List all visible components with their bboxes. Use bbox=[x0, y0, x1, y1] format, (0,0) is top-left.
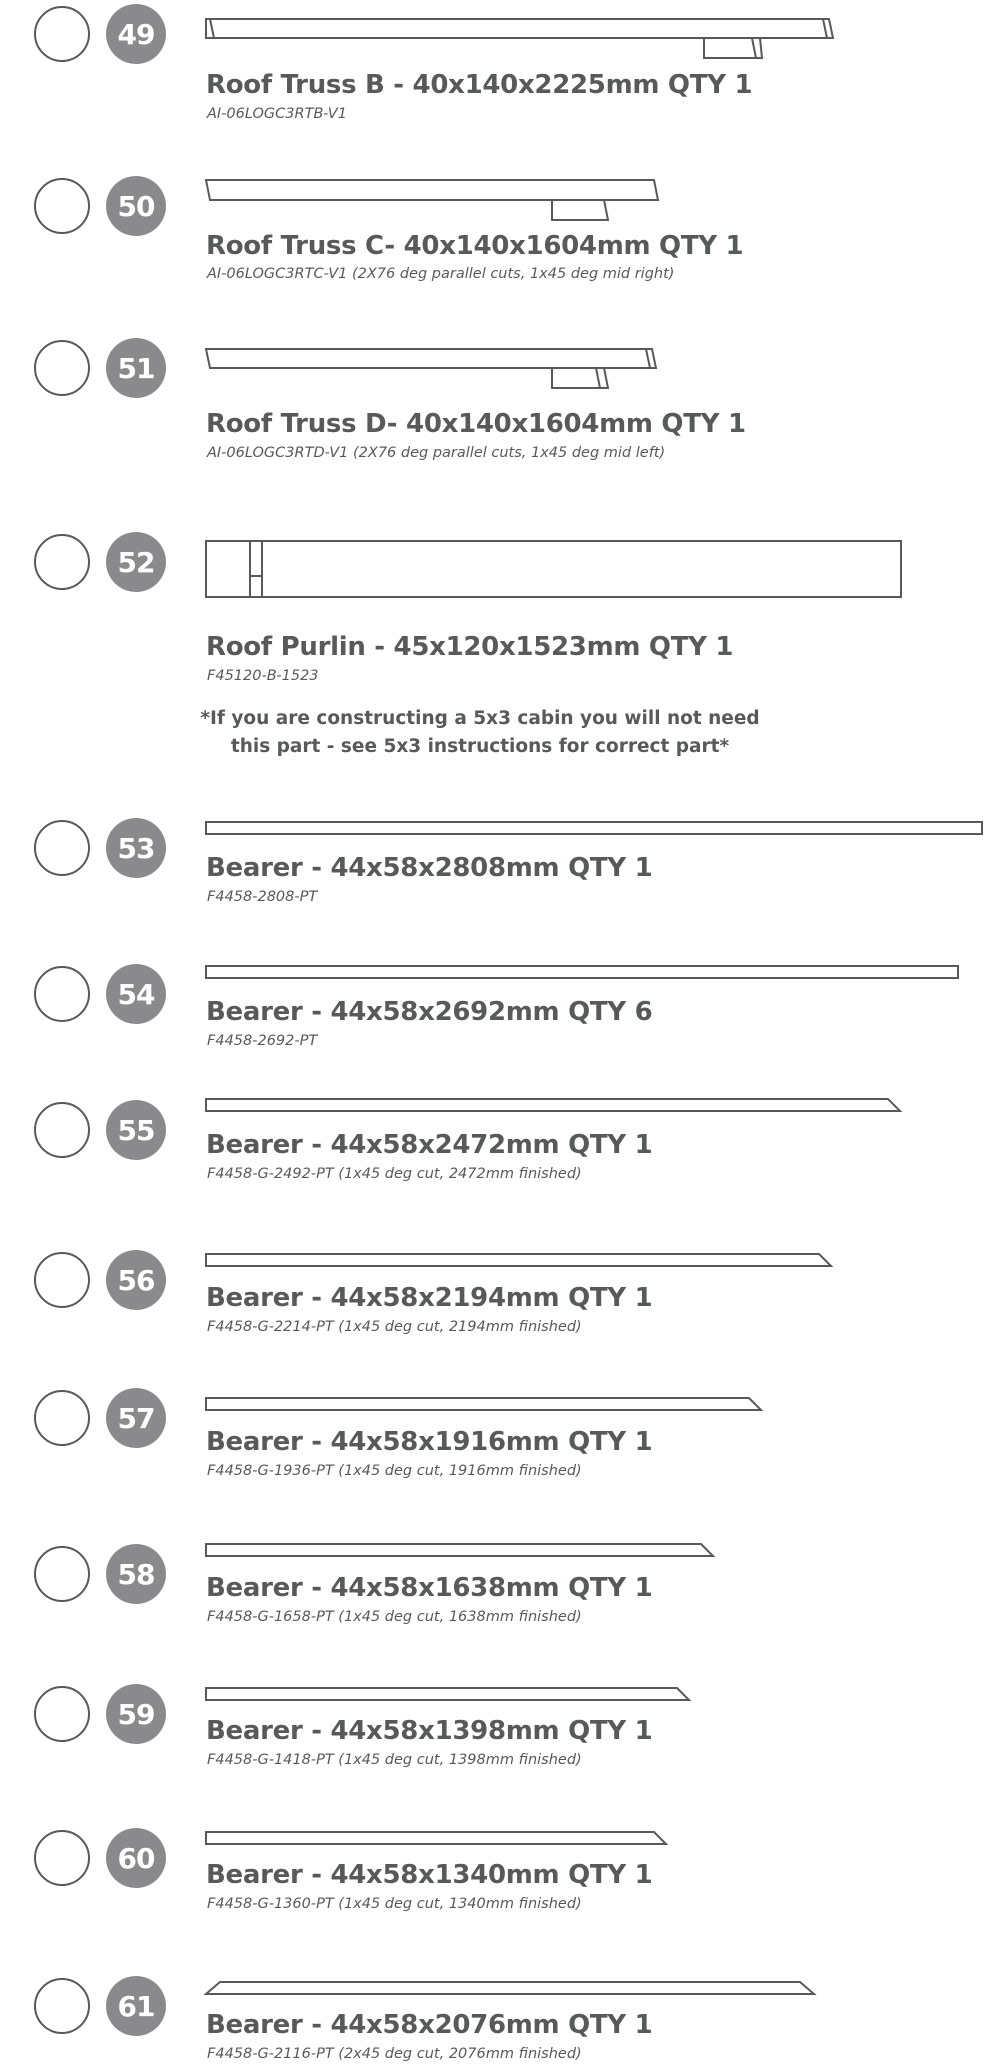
cabin-note-line-1: *If you are constructing a 5x3 cabin you… bbox=[200, 708, 760, 729]
part-title: Bearer - 44x58x2808mm QTY 1 bbox=[206, 853, 653, 883]
part-code: F4458-G-1360-PT (1x45 deg cut, 1340mm fi… bbox=[207, 1896, 582, 1912]
part-number-badge: 49 bbox=[106, 4, 166, 64]
part-title: Bearer - 44x58x2472mm QTY 1 bbox=[206, 1130, 653, 1160]
part-code: AI-06LOGC3RTB-V1 bbox=[207, 106, 347, 122]
part-number-badge: 57 bbox=[106, 1388, 166, 1448]
part-code: F4458-G-2492-PT (1x45 deg cut, 2472mm fi… bbox=[207, 1166, 582, 1182]
part-code: F4458-G-1936-PT (1x45 deg cut, 1916mm fi… bbox=[207, 1463, 582, 1479]
part-title: Bearer - 44x58x2076mm QTY 1 bbox=[206, 2010, 653, 2040]
checkbox-54[interactable] bbox=[34, 966, 90, 1022]
part-59-drawing bbox=[205, 1687, 692, 1701]
part-60-drawing bbox=[205, 1831, 669, 1845]
checkbox-58[interactable] bbox=[34, 1546, 90, 1602]
part-title: Bearer - 44x58x2692mm QTY 6 bbox=[206, 997, 653, 1027]
checkbox-61[interactable] bbox=[34, 1978, 90, 2034]
part-title: Roof Truss D- 40x140x1604mm QTY 1 bbox=[206, 409, 746, 439]
part-number-badge: 55 bbox=[106, 1100, 166, 1160]
part-code: F4458-G-2116-PT (2x45 deg cut, 2076mm fi… bbox=[207, 2046, 582, 2062]
part-code: F45120-B-1523 bbox=[207, 668, 319, 684]
part-title: Roof Purlin - 45x120x1523mm QTY 1 bbox=[206, 632, 734, 662]
part-title: Bearer - 44x58x1398mm QTY 1 bbox=[206, 1716, 653, 1746]
part-number-badge: 58 bbox=[106, 1544, 166, 1604]
part-53-drawing bbox=[205, 821, 983, 835]
checkbox-59[interactable] bbox=[34, 1686, 90, 1742]
cabin-note-line-2: this part - see 5x3 instructions for cor… bbox=[230, 736, 730, 757]
part-number-badge: 61 bbox=[106, 1976, 166, 2036]
part-number-badge: 60 bbox=[106, 1828, 166, 1888]
part-61-drawing bbox=[203, 1981, 817, 1995]
part-code: F4458-G-1418-PT (1x45 deg cut, 1398mm fi… bbox=[207, 1752, 582, 1768]
part-code: AI-06LOGC3RTC-V1 (2X76 deg parallel cuts… bbox=[207, 266, 675, 282]
part-title: Roof Truss C- 40x140x1604mm QTY 1 bbox=[206, 231, 744, 261]
checkbox-50[interactable] bbox=[34, 178, 90, 234]
part-number-badge: 59 bbox=[106, 1684, 166, 1744]
part-56-drawing bbox=[205, 1253, 834, 1267]
part-51-drawing bbox=[204, 348, 658, 389]
checkbox-49[interactable] bbox=[34, 6, 90, 62]
part-code: F4458-G-1658-PT (1x45 deg cut, 1638mm fi… bbox=[207, 1609, 582, 1625]
part-title: Bearer - 44x58x1340mm QTY 1 bbox=[206, 1860, 653, 1890]
checkbox-56[interactable] bbox=[34, 1252, 90, 1308]
checkbox-57[interactable] bbox=[34, 1390, 90, 1446]
checkbox-60[interactable] bbox=[34, 1830, 90, 1886]
part-number-badge: 54 bbox=[106, 964, 166, 1024]
part-title: Bearer - 44x58x2194mm QTY 1 bbox=[206, 1283, 653, 1313]
part-52-drawing bbox=[205, 540, 902, 598]
part-number-badge: 50 bbox=[106, 176, 166, 236]
checkbox-55[interactable] bbox=[34, 1102, 90, 1158]
part-57-drawing bbox=[205, 1397, 764, 1411]
part-number-badge: 51 bbox=[106, 338, 166, 398]
part-title: Bearer - 44x58x1916mm QTY 1 bbox=[206, 1427, 653, 1457]
part-50-drawing bbox=[204, 179, 660, 221]
part-55-drawing bbox=[205, 1098, 903, 1112]
checkbox-51[interactable] bbox=[34, 340, 90, 396]
part-49-drawing bbox=[205, 18, 835, 59]
part-number-badge: 56 bbox=[106, 1250, 166, 1310]
checkbox-53[interactable] bbox=[34, 820, 90, 876]
part-code: F4458-2808-PT bbox=[207, 889, 318, 905]
part-58-drawing bbox=[205, 1543, 716, 1557]
part-number-badge: 52 bbox=[106, 532, 166, 592]
part-number-badge: 53 bbox=[106, 818, 166, 878]
part-code: F4458-2692-PT bbox=[207, 1033, 318, 1049]
part-title: Bearer - 44x58x1638mm QTY 1 bbox=[206, 1573, 653, 1603]
part-title: Roof Truss B - 40x140x2225mm QTY 1 bbox=[206, 70, 753, 100]
cabin-note: *If you are constructing a 5x3 cabin you… bbox=[160, 705, 800, 761]
part-54-drawing bbox=[205, 965, 959, 979]
checkbox-52[interactable] bbox=[34, 534, 90, 590]
part-code: AI-06LOGC3RTD-V1 (2X76 deg parallel cuts… bbox=[207, 445, 666, 461]
part-code: F4458-G-2214-PT (1x45 deg cut, 2194mm fi… bbox=[207, 1319, 582, 1335]
